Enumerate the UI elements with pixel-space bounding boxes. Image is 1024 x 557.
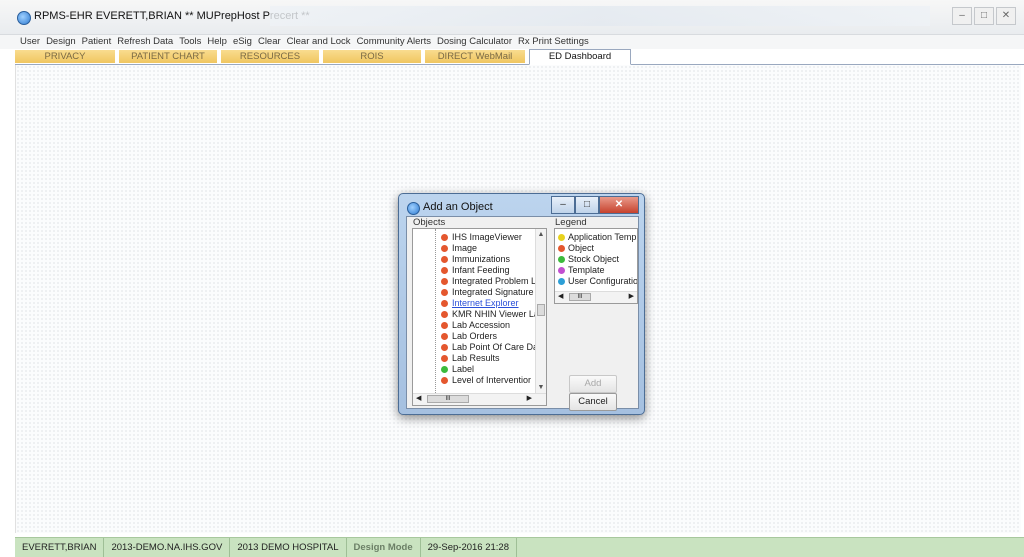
object-icon — [441, 300, 448, 307]
legend-item: Object — [558, 243, 594, 254]
menu-user[interactable]: User — [20, 35, 40, 49]
list-item[interactable]: Level of Interventior — [441, 375, 531, 386]
menu-clear-and-lock[interactable]: Clear and Lock — [287, 35, 351, 49]
menu-esig[interactable]: eSig — [233, 35, 252, 49]
menu-refresh-data[interactable]: Refresh Data — [117, 35, 173, 49]
list-item[interactable]: IHS ImageViewer — [441, 232, 522, 243]
scroll-thumb[interactable]: III — [569, 293, 591, 301]
dialog-icon — [407, 202, 420, 215]
tab-direct-webmail[interactable]: DIRECT WebMail — [425, 50, 525, 63]
scroll-right-icon[interactable]: ▶ — [629, 292, 634, 300]
legend-item: Application Temp — [558, 232, 636, 243]
legend-item: Template — [558, 265, 605, 276]
menu-bar: User Design Patient Refresh Data Tools H… — [0, 35, 1024, 49]
add-object-dialog: Add an Object – □ ✕ Objects Legend IHS I… — [398, 193, 645, 415]
list-item[interactable]: Infant Feeding — [441, 265, 510, 276]
object-icon — [441, 289, 448, 296]
object-icon — [441, 344, 448, 351]
tab-resources[interactable]: RESOURCES — [221, 50, 319, 63]
list-item[interactable]: Lab Results — [441, 353, 500, 364]
title-bar-blur — [270, 6, 930, 26]
list-item[interactable]: KMR NHIN Viewer Laun — [441, 309, 546, 320]
menu-help[interactable]: Help — [207, 35, 227, 49]
template-icon — [558, 267, 565, 274]
list-item[interactable]: Integrated Problem List — [441, 276, 545, 287]
status-user[interactable]: EVERETT,BRIAN — [15, 538, 105, 557]
dialog-minimize-button[interactable]: – — [551, 196, 575, 214]
object-icon — [441, 234, 448, 241]
menu-clear[interactable]: Clear — [258, 35, 281, 49]
dialog-close-button[interactable]: ✕ — [599, 196, 639, 214]
maximize-button[interactable]: □ — [974, 7, 994, 25]
object-icon — [441, 322, 448, 329]
menu-community-alerts[interactable]: Community Alerts — [357, 35, 431, 49]
menu-dosing-calculator[interactable]: Dosing Calculator — [437, 35, 512, 49]
menu-patient[interactable]: Patient — [82, 35, 112, 49]
menu-rx-print-settings[interactable]: Rx Print Settings — [518, 35, 589, 49]
object-icon — [441, 278, 448, 285]
tab-patient-chart[interactable]: PATIENT CHART — [119, 50, 217, 63]
close-button[interactable]: ✕ — [996, 7, 1016, 25]
object-icon — [441, 377, 448, 384]
scroll-thumb[interactable] — [537, 304, 545, 316]
dialog-maximize-button[interactable]: □ — [575, 196, 599, 214]
object-icon — [441, 267, 448, 274]
menu-tools[interactable]: Tools — [179, 35, 201, 49]
tab-rois[interactable]: ROIS — [323, 50, 421, 63]
list-item-selected[interactable]: Internet Explorer — [441, 298, 519, 309]
objects-vertical-scrollbar[interactable]: ▲ ▼ — [535, 229, 546, 393]
title-bar: RPMS-EHR EVERETT,BRIAN ** MUPrepHost Pre… — [0, 0, 1024, 35]
legend-panel: Application Temp Object Stock Object Tem… — [554, 228, 638, 304]
status-mode: Design Mode — [347, 538, 421, 557]
list-item[interactable]: Lab Orders — [441, 331, 497, 342]
dialog-body: Objects Legend IHS ImageViewer Image Imm… — [406, 216, 639, 411]
object-icon — [441, 311, 448, 318]
list-item[interactable]: Integrated Signature Tc — [441, 287, 545, 298]
cancel-button[interactable]: Cancel — [569, 393, 617, 411]
add-button[interactable]: Add — [569, 375, 617, 393]
object-icon — [441, 245, 448, 252]
list-item[interactable]: Lab Point Of Care Data — [441, 342, 546, 353]
window-title: RPMS-EHR EVERETT,BRIAN ** MUPrepHost Pre… — [34, 10, 310, 22]
list-item[interactable]: Label — [441, 364, 474, 375]
legend-horizontal-scrollbar[interactable]: ◀ III ▶ — [555, 291, 637, 303]
scroll-up-icon[interactable]: ▲ — [536, 231, 546, 238]
stock-object-icon — [558, 256, 565, 263]
tree-line — [435, 229, 437, 393]
menu-design[interactable]: Design — [46, 35, 76, 49]
application-template-icon — [558, 234, 565, 241]
tab-strip: PRIVACY PATIENT CHART RESOURCES ROIS DIR… — [15, 49, 1024, 65]
status-datetime: 29-Sep-2016 21:28 — [421, 538, 517, 557]
legend-item: User Configuratior — [558, 276, 637, 287]
object-icon — [441, 256, 448, 263]
object-icon — [558, 245, 565, 252]
scroll-down-icon[interactable]: ▼ — [536, 384, 546, 391]
objects-horizontal-scrollbar[interactable]: ◀ III ▶ — [413, 393, 546, 405]
dialog-title: Add an Object — [423, 201, 493, 213]
app-icon — [17, 11, 31, 25]
scroll-left-icon[interactable]: ◀ — [416, 394, 421, 402]
status-bar: EVERETT,BRIAN 2013-DEMO.NA.IHS.GOV 2013 … — [15, 537, 1024, 557]
scroll-thumb[interactable]: III — [427, 395, 469, 403]
list-item[interactable]: Immunizations — [441, 254, 510, 265]
list-item[interactable]: Lab Accession — [441, 320, 510, 331]
tab-privacy[interactable]: PRIVACY — [15, 50, 115, 63]
objects-tree[interactable]: IHS ImageViewer Image Immunizations Infa… — [412, 228, 547, 406]
scroll-right-icon[interactable]: ▶ — [527, 394, 532, 402]
scroll-left-icon[interactable]: ◀ — [558, 292, 563, 300]
object-icon — [441, 355, 448, 362]
objects-label: Objects — [413, 217, 446, 228]
legend-label: Legend — [555, 217, 587, 228]
status-domain[interactable]: 2013-DEMO.NA.IHS.GOV — [104, 538, 231, 557]
user-configuration-icon — [558, 278, 565, 285]
list-item[interactable]: Image — [441, 243, 477, 254]
minimize-button[interactable]: – — [952, 7, 972, 25]
object-icon — [441, 333, 448, 340]
stock-object-icon — [441, 366, 448, 373]
status-facility[interactable]: 2013 DEMO HOSPITAL — [230, 538, 347, 557]
tab-ed-dashboard[interactable]: ED Dashboard — [529, 49, 631, 65]
legend-item: Stock Object — [558, 254, 619, 265]
